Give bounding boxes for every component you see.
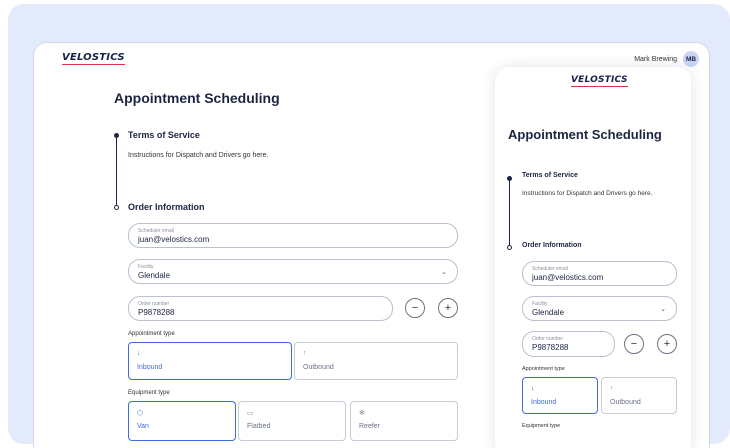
mobile-step-timeline	[509, 178, 510, 248]
equipment-type-label: Equipment type	[128, 390, 170, 396]
page-title: Appointment Scheduling	[114, 90, 280, 106]
step-timeline	[116, 135, 117, 208]
mobile-order-number-label: Order number	[532, 336, 564, 342]
option-van-label: Van	[137, 423, 149, 430]
arrow-down-icon: ↓	[137, 350, 141, 357]
order-number-label: Order number	[138, 301, 170, 307]
scheduler-email-label: Scheduler email	[138, 228, 174, 234]
mobile-option-outbound-label: Outbound	[610, 399, 641, 406]
mobile-arrow-up-icon: ↑	[610, 385, 614, 392]
mobile-terms-title: Terms of Service	[522, 172, 578, 179]
order-number-field[interactable]: Order number P9878288	[128, 296, 393, 321]
option-reefer[interactable]: ✻ Reefer	[350, 401, 458, 441]
mobile-order-number-value: P9878288	[532, 343, 569, 352]
option-inbound[interactable]: ↓ Inbound	[128, 342, 292, 380]
increment-button[interactable]: +	[438, 298, 458, 318]
step-dot-terms	[114, 133, 119, 138]
mobile-order-info-title: Order Information	[522, 242, 582, 249]
facility-value: Glendale	[138, 271, 171, 280]
mobile-step-dot-order	[507, 245, 512, 250]
user-menu[interactable]: Mark Brewing MB	[634, 51, 699, 67]
mobile-scheduler-email-label: Scheduler email	[532, 266, 568, 272]
option-reefer-label: Reefer	[359, 423, 381, 430]
velostics-logo: VELOSTICS	[62, 52, 125, 65]
mobile-option-outbound[interactable]: ↑ Outbound	[601, 377, 677, 414]
arrow-up-icon: ↑	[303, 350, 307, 357]
chevron-down-icon: ⌄	[441, 269, 447, 276]
box-icon: ⬡	[137, 410, 144, 417]
mobile-option-inbound-label: Inbound	[531, 399, 557, 406]
truck-icon: ▭	[247, 410, 254, 417]
mobile-chevron-down-icon: ⌄	[660, 306, 666, 313]
mobile-terms-text: Instructions for Dispatch and Drivers go…	[522, 190, 653, 197]
snowflake-icon: ✻	[359, 410, 365, 417]
mobile-step-dot-terms	[507, 176, 512, 181]
mobile-page-title: Appointment Scheduling	[508, 127, 662, 142]
user-name: Mark Brewing	[634, 55, 677, 63]
terms-text: Instructions for Dispatch and Drivers go…	[128, 152, 269, 159]
mobile-preview: VELOSTICS Appointment Scheduling Terms o…	[495, 67, 691, 448]
option-van[interactable]: ⬡ Van	[128, 401, 236, 441]
mobile-decrement-button[interactable]: −	[624, 334, 644, 354]
mobile-arrow-down-icon: ↓	[531, 385, 535, 392]
decrement-button[interactable]: −	[405, 298, 425, 318]
terms-title: Terms of Service	[128, 130, 200, 140]
mobile-increment-button[interactable]: +	[657, 334, 677, 354]
app-window: VELOSTICS Mark Brewing MB Appointment Sc…	[33, 42, 710, 448]
option-outbound[interactable]: ↑ Outbound	[294, 342, 458, 380]
mobile-scheduler-email-field[interactable]: Scheduler email juan@velostics.com	[522, 261, 677, 286]
option-outbound-label: Outbound	[303, 364, 334, 371]
order-info-title: Order Information	[128, 202, 205, 212]
option-inbound-label: Inbound	[137, 364, 163, 371]
option-flatbed-label: Flatbed	[247, 423, 271, 430]
step-dot-order	[114, 205, 119, 210]
mobile-appointment-type-label: Appointment type	[522, 366, 565, 372]
appointment-type-label: Appointment type	[128, 331, 175, 337]
order-number-value: P9878288	[138, 308, 175, 317]
mobile-option-inbound[interactable]: ↓ Inbound	[522, 377, 598, 414]
mobile-facility-label: Facility	[532, 301, 548, 307]
mobile-order-number-field[interactable]: Order number P9878288	[522, 331, 615, 357]
mobile-equipment-type-label: Equipment type	[522, 423, 561, 429]
facility-label: Facility	[138, 264, 154, 270]
avatar[interactable]: MB	[683, 51, 699, 67]
mobile-facility-value: Glendale	[532, 308, 565, 317]
scheduler-email-field[interactable]: Scheduler email juan@velostics.com	[128, 223, 458, 248]
mobile-scheduler-email-value: juan@velostics.com	[532, 273, 604, 282]
facility-select[interactable]: Facility Glendale ⌄	[128, 259, 458, 284]
scheduler-email-value: juan@velostics.com	[138, 235, 210, 244]
mobile-facility-select[interactable]: Facility Glendale ⌄	[522, 296, 677, 321]
option-flatbed[interactable]: ▭ Flatbed	[238, 401, 346, 441]
mobile-velostics-logo: VELOSTICS	[571, 75, 628, 87]
